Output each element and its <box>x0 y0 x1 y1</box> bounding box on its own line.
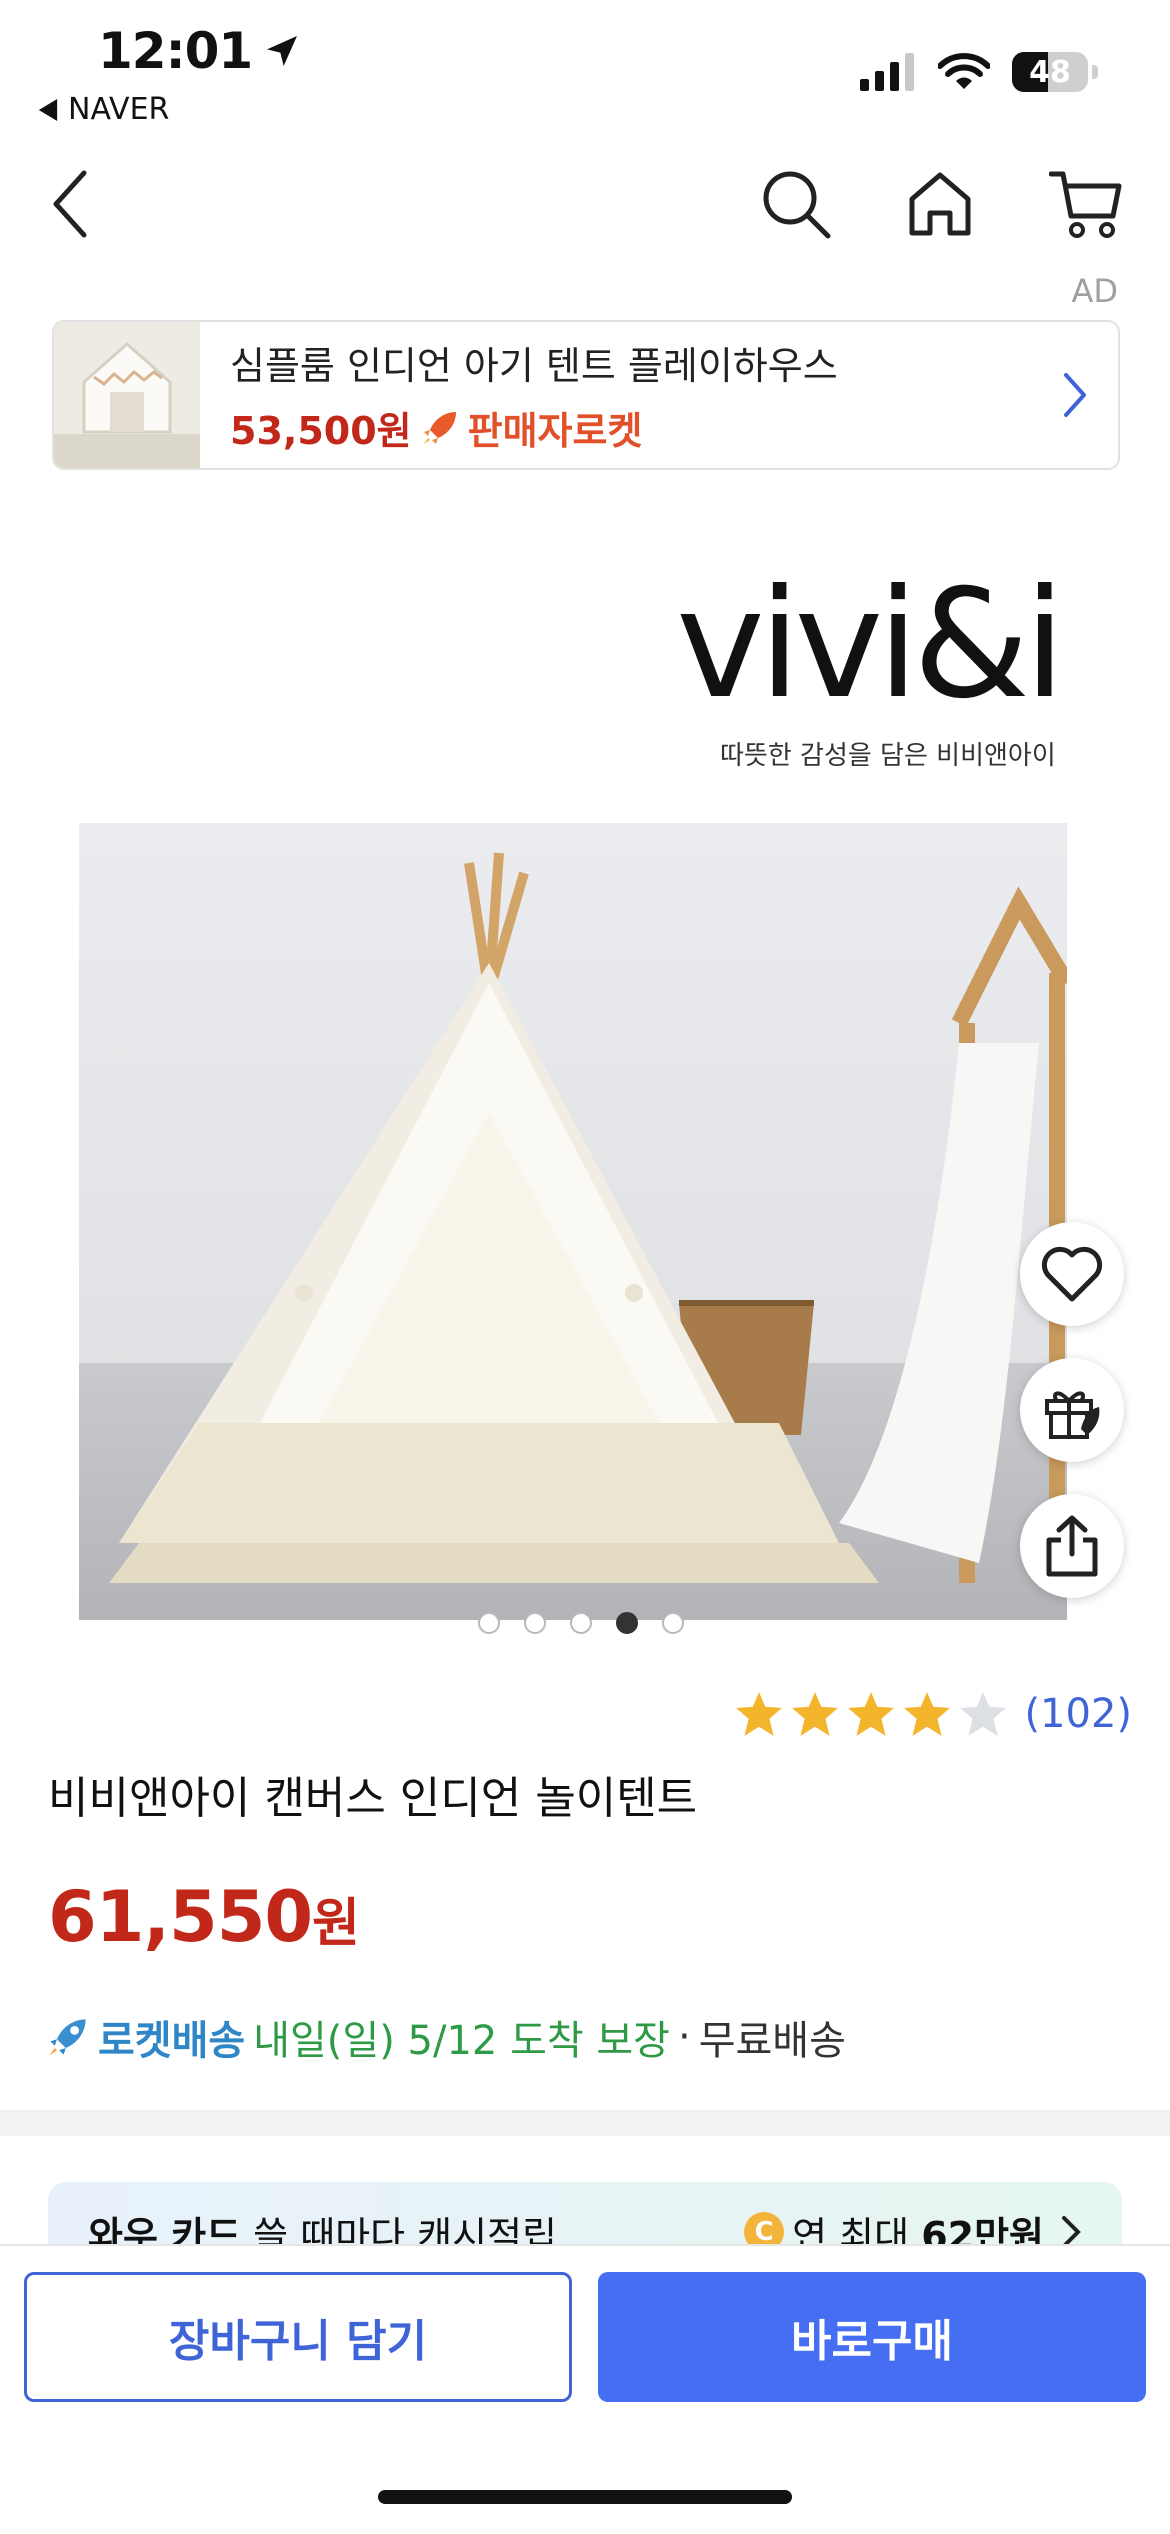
search-icon <box>763 171 831 239</box>
gallery-dot[interactable] <box>478 1612 500 1634</box>
rocket-icon <box>423 411 456 444</box>
search-button[interactable] <box>756 164 836 244</box>
star-icon <box>904 1692 951 1736</box>
home-indicator <box>378 2490 792 2504</box>
status-time-text: 12:01 <box>98 22 253 80</box>
tent-photo <box>79 823 1067 1620</box>
ad-price: 53,500원 <box>230 409 412 453</box>
delivery-info: 로켓배송 내일(일) 5/12 도착 보장 · 무료배송 <box>46 2008 846 2066</box>
cellular-signal-icon <box>860 53 914 91</box>
chevron-right-icon <box>1064 373 1086 417</box>
product-price: 61,550원 <box>48 1876 360 1958</box>
status-indicators: 48 <box>860 52 1098 92</box>
star-icon <box>792 1692 839 1736</box>
ad-banner[interactable]: 심플룸 인디언 아기 텐트 플레이하우스 53,500원 판매자로켓 <box>52 320 1120 470</box>
free-shipping: 무료배송 <box>698 2018 846 2064</box>
back-to-app[interactable]: NAVER <box>38 92 169 127</box>
star-icon <box>960 1692 1007 1736</box>
back-triangle-icon <box>38 98 58 121</box>
rocket-delivery-icon <box>49 2019 86 2056</box>
home-icon <box>909 172 971 236</box>
gallery-dot[interactable] <box>616 1612 638 1634</box>
battery-nub <box>1092 65 1098 79</box>
heart-icon <box>1041 1246 1103 1302</box>
location-arrow-icon <box>267 36 298 66</box>
wifi-icon <box>938 53 990 89</box>
gallery-dot[interactable] <box>570 1612 592 1634</box>
battery-icon: 48 <box>1012 52 1088 92</box>
gift-icon <box>1045 1391 1100 1439</box>
price-unit: 원 <box>312 1894 360 1954</box>
ad-thumbnail <box>54 322 200 468</box>
cart-button[interactable] <box>1044 164 1128 244</box>
back-icon <box>53 170 87 238</box>
gift-button[interactable] <box>1020 1358 1124 1462</box>
gallery-pagination <box>478 1612 684 1634</box>
rating-stars <box>734 1690 1008 1738</box>
wishlist-button[interactable] <box>1020 1222 1124 1326</box>
add-to-cart-button[interactable]: 장바구니 담기 <box>24 2272 572 2402</box>
share-icon <box>1046 1515 1098 1577</box>
product-image[interactable] <box>79 823 1067 1620</box>
battery-level-text: 48 <box>1029 54 1071 90</box>
cart-icon <box>1049 171 1122 238</box>
delivery-separator: · <box>677 2014 691 2060</box>
back-button[interactable] <box>40 164 100 244</box>
section-divider <box>0 2110 1170 2136</box>
back-to-app-label: NAVER <box>68 92 170 127</box>
arrival-guarantee: 내일(일) 5/12 도착 보장 <box>253 2018 670 2064</box>
gallery-dot[interactable] <box>662 1612 684 1634</box>
home-button[interactable] <box>900 164 980 244</box>
rocket-delivery-label: 로켓배송 <box>98 2018 246 2064</box>
brand-tagline: 따뜻한 감성을 담은 비비앤아이 <box>720 741 1056 771</box>
brand-logo: vivi&i <box>676 558 1066 732</box>
buy-now-button[interactable]: 바로구매 <box>598 2272 1146 2402</box>
share-button[interactable] <box>1020 1494 1124 1598</box>
status-time: 12:01 <box>98 22 302 80</box>
ad-seller-badge: 판매자로켓 <box>467 409 643 453</box>
price-value: 61,550 <box>48 1876 313 1958</box>
product-title: 비비앤아이 캔버스 인디언 놀이텐트 <box>48 1773 698 1824</box>
review-count[interactable]: (102) <box>1024 1691 1132 1737</box>
product-rating[interactable]: (102) <box>734 1690 1132 1738</box>
ad-title: 심플룸 인디언 아기 텐트 플레이하우스 <box>230 344 838 388</box>
star-icon <box>736 1692 783 1736</box>
gallery-dot[interactable] <box>524 1612 546 1634</box>
ad-label: AD <box>1071 272 1118 310</box>
star-icon <box>848 1692 895 1736</box>
